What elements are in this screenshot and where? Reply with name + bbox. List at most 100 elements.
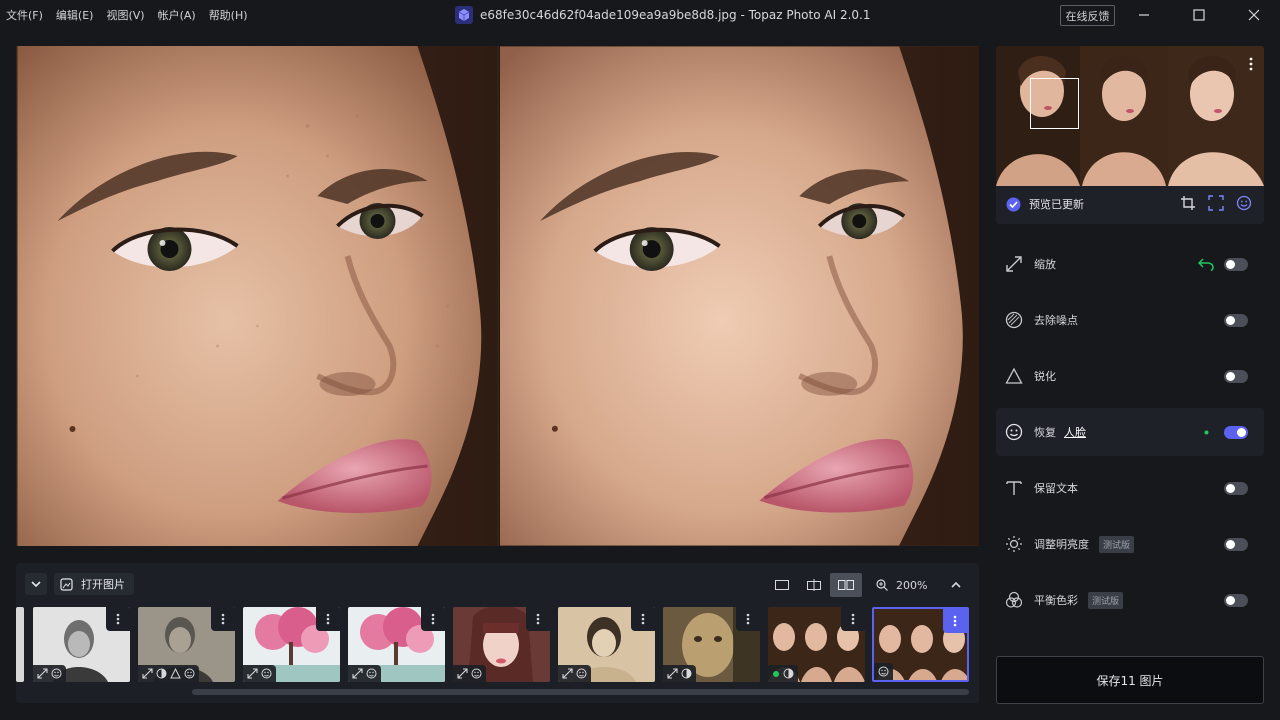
view-mode-group (766, 573, 862, 597)
thumbnail-1[interactable] (33, 607, 130, 682)
feature-sharpen-label: 锐化 (1034, 370, 1056, 383)
menu-view[interactable]: 视图(V) (106, 7, 144, 23)
more-vertical-icon (1249, 57, 1253, 71)
thumbnail-menu-button[interactable] (631, 607, 655, 631)
split-view-button[interactable] (798, 573, 830, 597)
single-view-button[interactable] (766, 573, 798, 597)
upscale-icon (142, 668, 153, 679)
face-icon (184, 668, 195, 679)
feature-upscale-label: 缩放 (1034, 258, 1056, 271)
preview-status: 预览已更新 (1006, 196, 1084, 212)
thumbnail-badges (874, 663, 893, 680)
feedback-button[interactable]: 在线反馈 (1060, 5, 1115, 26)
thumbnail-menu-button[interactable] (421, 607, 445, 631)
thumbnail-4[interactable] (348, 607, 445, 682)
thumbnail-menu-button[interactable] (841, 607, 865, 631)
feature-color-toggle[interactable] (1224, 594, 1248, 607)
feature-text-toggle[interactable] (1224, 482, 1248, 495)
more-vertical-icon (116, 613, 120, 625)
face-detect-icon[interactable] (1236, 195, 1252, 211)
close-icon (1248, 9, 1260, 21)
processed-image[interactable] (500, 46, 979, 546)
thumbnail-menu-button[interactable] (316, 607, 340, 631)
thumbnail-9-selected[interactable] (872, 607, 969, 682)
navigator-card: 预览已更新 (996, 46, 1264, 224)
face-icon (1005, 423, 1023, 441)
feature-face-sublabel[interactable]: 人脸 (1064, 426, 1086, 439)
feature-lighting-label: 调整明亮度 (1034, 538, 1089, 551)
thumbnail-menu-button[interactable] (943, 609, 967, 633)
check-circle-icon (1006, 197, 1021, 211)
more-vertical-icon (746, 613, 750, 625)
collapse-strip-button[interactable] (25, 573, 47, 595)
menu-help[interactable]: 帮助(H) (209, 7, 248, 23)
processed-face-image (500, 46, 979, 546)
feature-lighting[interactable]: 调整明亮度 测试版 (996, 520, 1264, 568)
filmstrip-scrollbar[interactable] (192, 689, 969, 695)
menu-file[interactable]: 文件(F) (6, 7, 43, 23)
expand-strip-button[interactable] (946, 575, 966, 595)
menu-account[interactable]: 帐户(A) (158, 7, 196, 23)
thumbnail-7[interactable] (663, 607, 760, 682)
face-icon (51, 668, 62, 679)
face-icon (261, 668, 272, 679)
single-view-icon (775, 580, 789, 590)
close-button[interactable] (1243, 4, 1265, 26)
undo-icon[interactable] (1198, 257, 1214, 271)
thumbnail-5[interactable] (453, 607, 550, 682)
upscale-icon (247, 668, 258, 679)
side-by-side-view-button[interactable] (830, 573, 862, 597)
navigator-menu-button[interactable] (1244, 54, 1258, 74)
thumbnail-menu-button[interactable] (526, 607, 550, 631)
feature-text-label: 保留文本 (1034, 482, 1078, 495)
thumbnail-6[interactable] (558, 607, 655, 682)
feature-denoise-toggle[interactable] (1224, 314, 1248, 327)
zoom-control[interactable]: 200% (876, 573, 927, 597)
navigator-viewport-rect[interactable] (1030, 78, 1079, 129)
feature-upscale[interactable]: 缩放 (996, 240, 1264, 288)
thumbnail-8[interactable] (768, 607, 865, 682)
feature-upscale-toggle[interactable] (1224, 258, 1248, 271)
feature-color-balance[interactable]: 平衡色彩 测试版 (996, 576, 1264, 624)
thumbnail-menu-button[interactable] (211, 607, 235, 631)
upscale-icon (37, 668, 48, 679)
open-images-button[interactable]: 打开图片 (54, 573, 134, 595)
topaz-logo-icon (455, 6, 473, 24)
feature-face-toggle[interactable] (1224, 426, 1248, 439)
original-image[interactable] (16, 46, 499, 546)
thumbnail-menu-button[interactable] (736, 607, 760, 631)
save-images-button[interactable]: 保存11 图片 (996, 656, 1264, 704)
chevron-down-icon (31, 581, 41, 588)
thumbnail-2[interactable] (138, 607, 235, 682)
thumbnail-partial[interactable] (16, 607, 24, 682)
feature-face-label-text: 恢复 (1034, 426, 1056, 439)
more-vertical-icon (221, 613, 225, 625)
feature-lighting-toggle[interactable] (1224, 538, 1248, 551)
original-face-image (16, 46, 499, 546)
denoise-icon (156, 668, 167, 679)
fit-screen-icon[interactable] (1208, 195, 1224, 211)
face-icon (878, 666, 889, 677)
feature-face-recovery[interactable]: 恢复 人脸 (996, 408, 1264, 456)
thumbnail-menu-button[interactable] (106, 607, 130, 631)
more-vertical-icon (326, 613, 330, 625)
thumbnail-3[interactable] (243, 607, 340, 682)
feature-denoise[interactable]: 去除噪点 (996, 296, 1264, 344)
feature-sharpen[interactable]: 锐化 (996, 352, 1264, 400)
more-vertical-icon (851, 613, 855, 625)
maximize-button[interactable] (1188, 4, 1210, 26)
zoom-level: 200% (896, 578, 928, 592)
menu-edit[interactable]: 编辑(E) (56, 7, 94, 23)
feature-sharpen-toggle[interactable] (1224, 370, 1248, 383)
feature-preserve-text[interactable]: 保留文本 (996, 464, 1264, 512)
active-dot-icon (1204, 430, 1209, 435)
image-preview[interactable] (16, 46, 979, 546)
thumbnail-badges (663, 665, 696, 682)
crop-icon[interactable] (1180, 195, 1196, 211)
minimize-button[interactable] (1133, 4, 1155, 26)
side-by-side-icon (838, 580, 854, 590)
navigator-preview[interactable] (996, 46, 1264, 186)
upscale-icon (352, 668, 363, 679)
thumbnail-badges (768, 665, 798, 682)
more-vertical-icon (641, 613, 645, 625)
